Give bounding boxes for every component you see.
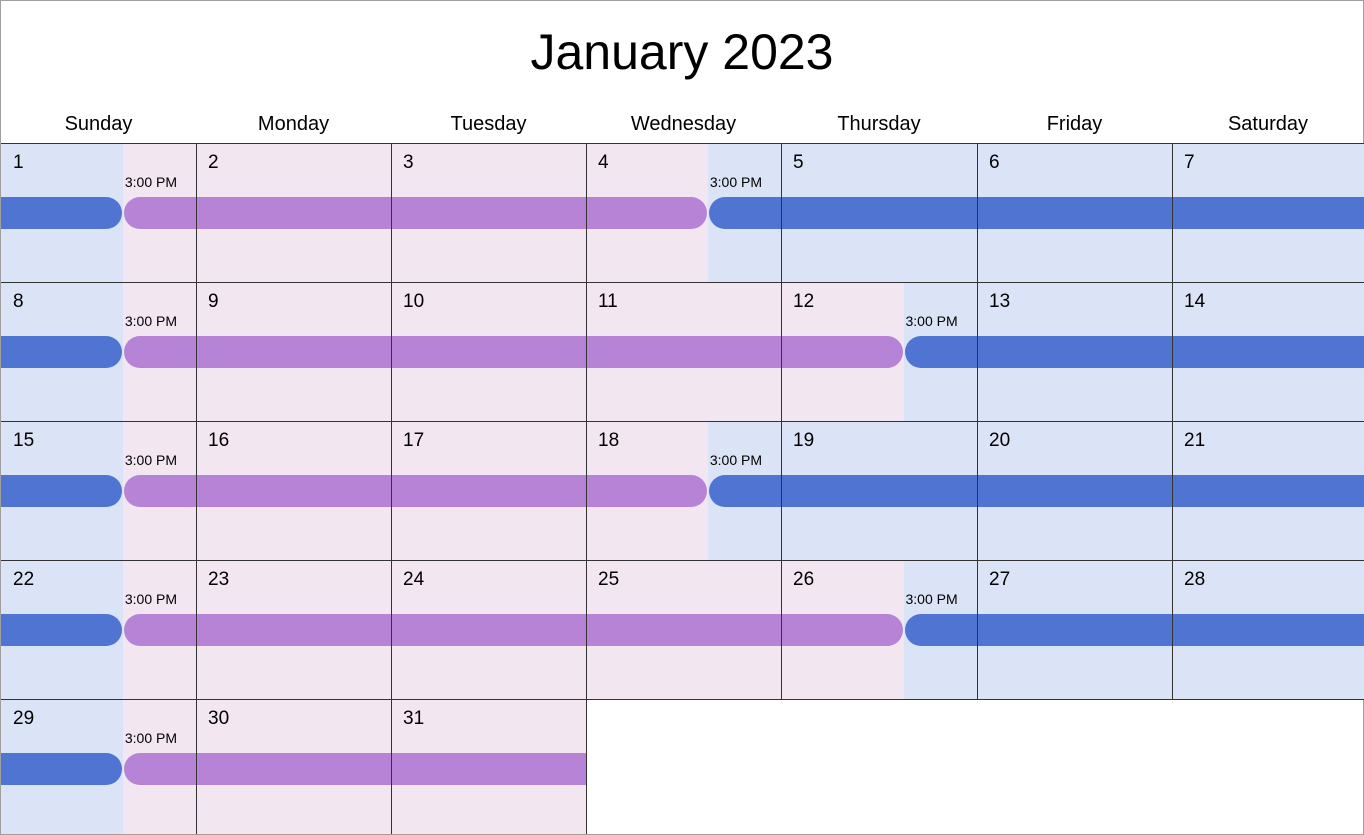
shift-bar-purple[interactable] <box>123 614 903 646</box>
day-divider <box>196 143 197 282</box>
day-divider <box>586 699 587 834</box>
day-number: 5 <box>793 152 804 173</box>
day-number: 1 <box>13 152 24 173</box>
week-divider <box>1 560 1364 561</box>
day-divider <box>1172 421 1173 560</box>
day-number: 11 <box>598 291 618 312</box>
shift-change-time-label: 3:00 PM <box>124 313 178 329</box>
shift-bar-purple[interactable] <box>123 336 903 368</box>
day-divider <box>196 699 197 834</box>
week-divider <box>586 699 1364 700</box>
shift-bar-blue[interactable] <box>904 614 1364 646</box>
shift-change-time-label: 3:00 PM <box>124 591 178 607</box>
day-number: 12 <box>793 291 815 312</box>
day-number: 13 <box>989 291 1011 312</box>
day-divider <box>781 421 782 560</box>
shift-bar-blue[interactable] <box>1 753 122 785</box>
shift-bar-blue[interactable] <box>1 336 122 368</box>
day-divider <box>977 560 978 699</box>
day-number: 22 <box>13 569 35 590</box>
day-divider <box>391 421 392 560</box>
day-divider <box>1172 143 1173 282</box>
shift-change-time-label: 3:00 PM <box>124 452 178 468</box>
day-number: 26 <box>793 569 815 590</box>
day-number: 29 <box>13 708 35 729</box>
shift-change-time-label: 3:00 PM <box>905 591 958 607</box>
shift-bar-purple[interactable] <box>123 753 586 785</box>
shift-change-time-label: 3:00 PM <box>709 174 763 190</box>
shift-bar-blue[interactable] <box>904 336 1364 368</box>
day-number: 18 <box>598 430 620 451</box>
day-number: 16 <box>208 430 230 451</box>
day-number: 17 <box>403 430 425 451</box>
shift-bar-blue[interactable] <box>1 197 122 229</box>
day-divider <box>781 143 782 282</box>
shift-bar-blue[interactable] <box>708 475 1364 507</box>
day-divider <box>977 421 978 560</box>
shift-bar-blue[interactable] <box>1 475 122 507</box>
day-divider <box>391 560 392 699</box>
calendar-grid: 1 2 3 4 5 6 7 3:00 PM 3:00 PM 8 9 10 11 12 13 14 3:00 PM… <box>0 0 1364 835</box>
day-divider <box>586 421 587 560</box>
day-number: 8 <box>13 291 24 312</box>
day-number: 23 <box>208 569 230 590</box>
day-number: 4 <box>598 152 609 173</box>
day-divider <box>1172 282 1173 421</box>
day-number: 7 <box>1184 152 1195 173</box>
week-divider <box>1 282 1364 283</box>
day-divider <box>391 699 392 834</box>
day-number: 28 <box>1184 569 1206 590</box>
day-divider <box>391 282 392 421</box>
day-number: 14 <box>1184 291 1206 312</box>
shift-bar-blue[interactable] <box>708 197 1364 229</box>
shift-change-time-label: 3:00 PM <box>709 452 763 468</box>
day-divider <box>977 143 978 282</box>
day-number: 30 <box>208 708 230 729</box>
week-divider <box>1 421 1364 422</box>
day-number: 9 <box>208 291 219 312</box>
day-number: 15 <box>13 430 35 451</box>
shift-change-time-label: 3:00 PM <box>124 730 178 746</box>
day-number: 2 <box>208 152 219 173</box>
day-divider <box>1172 560 1173 699</box>
day-number: 10 <box>403 291 425 312</box>
day-number: 21 <box>1184 430 1206 451</box>
shift-change-time-label: 3:00 PM <box>905 313 958 329</box>
day-divider <box>586 143 587 282</box>
day-divider <box>196 421 197 560</box>
day-number: 19 <box>793 430 815 451</box>
day-divider <box>196 560 197 699</box>
week-divider <box>1 143 1364 144</box>
shift-bar-blue[interactable] <box>1 614 122 646</box>
shift-change-time-label: 3:00 PM <box>124 174 178 190</box>
day-number: 3 <box>403 152 414 173</box>
day-divider <box>586 282 587 421</box>
day-divider <box>391 143 392 282</box>
shift-bar-purple[interactable] <box>123 475 707 507</box>
shift-bar-purple[interactable] <box>123 197 707 229</box>
day-divider <box>781 560 782 699</box>
day-divider <box>781 282 782 421</box>
day-number: 24 <box>403 569 425 590</box>
day-divider <box>586 560 587 699</box>
day-number: 20 <box>989 430 1011 451</box>
day-divider <box>977 282 978 421</box>
day-number: 6 <box>989 152 1000 173</box>
day-number: 27 <box>989 569 1011 590</box>
day-number: 31 <box>403 708 425 729</box>
day-divider <box>196 282 197 421</box>
day-number: 25 <box>598 569 620 590</box>
